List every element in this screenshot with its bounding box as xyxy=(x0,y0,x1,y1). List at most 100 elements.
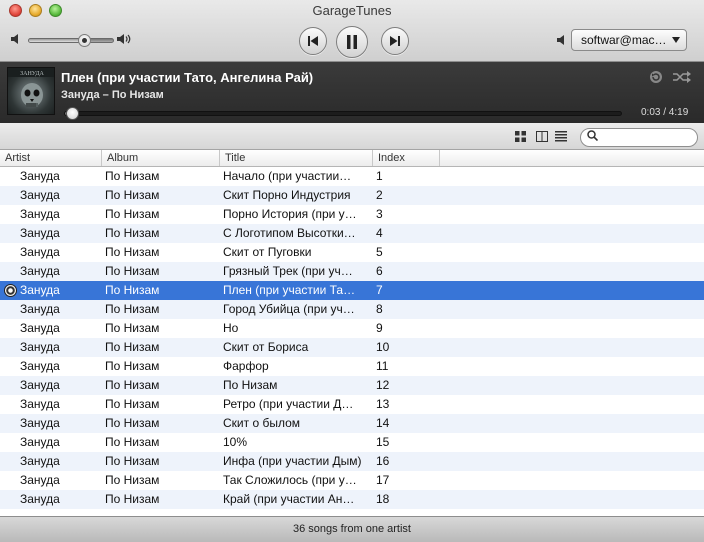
column-view-button[interactable] xyxy=(534,129,550,143)
track-index: 9 xyxy=(376,321,383,335)
pause-icon xyxy=(347,35,357,49)
volume-low-icon[interactable] xyxy=(11,33,23,47)
track-row[interactable]: Зануда По Низам Ретро (при участии Д… 13 xyxy=(0,395,704,414)
track-artist: Зануда xyxy=(20,207,60,221)
track-index: 2 xyxy=(376,188,383,202)
pause-button[interactable] xyxy=(336,26,368,58)
track-title: Плен (при участии Та… xyxy=(223,283,356,297)
track-row[interactable]: Зануда По Низам 10% 15 xyxy=(0,433,704,452)
track-artist: Зануда xyxy=(20,188,60,202)
track-row[interactable]: Зануда По Низам Начало (при участии… 1 xyxy=(0,167,704,186)
now-playing-title: Плен (при участии Тато, Ангелина Рай) xyxy=(61,70,314,85)
repeat-icon[interactable] xyxy=(649,70,663,87)
track-index: 12 xyxy=(376,378,390,392)
track-album: По Низам xyxy=(105,188,160,202)
chevron-down-icon xyxy=(672,37,680,43)
track-title: Скит от Пуговки xyxy=(223,245,312,259)
track-album: По Низам xyxy=(105,454,160,468)
track-row[interactable]: Зануда По Низам Край (при участии Ан… 18 xyxy=(0,490,704,509)
track-title: С Логотипом Высотки… xyxy=(223,226,356,240)
track-artist: Зануда xyxy=(20,169,60,183)
grid-view-button[interactable] xyxy=(512,129,528,143)
track-artist: Зануда xyxy=(20,359,60,373)
track-row[interactable]: Зануда По Низам Но 9 xyxy=(0,319,704,338)
column-header-artist[interactable]: Artist xyxy=(0,150,102,166)
track-row[interactable]: Зануда По Низам Скит о былом 14 xyxy=(0,414,704,433)
track-title: Порно История (при у… xyxy=(223,207,357,221)
track-row[interactable]: Зануда По Низам По Низам 12 xyxy=(0,376,704,395)
svg-text:ЗАНУДА: ЗАНУДА xyxy=(20,71,44,77)
list-view-icon xyxy=(555,130,567,141)
track-album: По Низам xyxy=(105,416,160,430)
track-title: По Низам xyxy=(223,378,278,392)
album-art[interactable]: ЗАНУДА xyxy=(7,67,55,115)
column-header-title[interactable]: Title xyxy=(220,150,373,166)
track-index: 1 xyxy=(376,169,383,183)
volume-high-icon[interactable] xyxy=(117,33,131,47)
volume-slider[interactable] xyxy=(28,34,114,47)
track-index: 7 xyxy=(376,283,383,297)
track-row[interactable]: Зануда По Низам Скит от Бориса 10 xyxy=(0,338,704,357)
track-album: По Низам xyxy=(105,397,160,411)
track-title: Ретро (при участии Д… xyxy=(223,397,354,411)
track-row[interactable]: Зануда По Низам Грязный Трек (при уч… 6 xyxy=(0,262,704,281)
column-header-album[interactable]: Album xyxy=(102,150,220,166)
track-index: 10 xyxy=(376,340,390,354)
track-list: Зануда По Низам Начало (при участии… 1 Зануд… xyxy=(0,167,704,509)
track-row[interactable]: Зануда По Низам Порно История (при у… 3 xyxy=(0,205,704,224)
track-album: По Низам xyxy=(105,226,160,240)
track-artist: Зануда xyxy=(20,435,60,449)
track-index: 3 xyxy=(376,207,383,221)
track-album: По Низам xyxy=(105,302,160,316)
track-row[interactable]: Зануда По Низам Плен (при участии Та… 7 xyxy=(0,281,704,300)
track-row[interactable]: Зануда По Низам Фарфор 11 xyxy=(0,357,704,376)
track-album: По Низам xyxy=(105,321,160,335)
track-title: Фарфор xyxy=(223,359,269,373)
column-header-index[interactable]: Index xyxy=(373,150,440,166)
track-index: 6 xyxy=(376,264,383,278)
track-title: Край (при участии Ан… xyxy=(223,492,355,506)
track-row[interactable]: Зануда По Низам Так Сложилось (при у… 17 xyxy=(0,471,704,490)
track-artist: Зануда xyxy=(20,340,60,354)
track-album: По Низам xyxy=(105,340,160,354)
track-title: Инфа (при участии Дым) xyxy=(223,454,362,468)
track-artist: Зануда xyxy=(20,492,60,506)
search-icon xyxy=(587,130,599,144)
track-artist: Зануда xyxy=(20,226,60,240)
now-playing-indicator-icon xyxy=(4,284,17,297)
track-title: Так Сложилось (при у… xyxy=(223,473,357,487)
track-index: 17 xyxy=(376,473,390,487)
track-artist: Зануда xyxy=(20,283,60,297)
track-row[interactable]: Зануда По Низам Скит от Пуговки 5 xyxy=(0,243,704,262)
column-view-icon xyxy=(536,130,548,142)
volume-slider-knob[interactable] xyxy=(77,34,91,47)
status-bar: 36 songs from one artist xyxy=(0,516,704,542)
track-title: Грязный Трек (при уч… xyxy=(223,264,353,278)
playback-progress-knob[interactable] xyxy=(65,107,79,120)
next-track-button[interactable] xyxy=(381,27,409,55)
now-playing-artist-album: Зануда – По Низам xyxy=(61,89,164,101)
track-row[interactable]: Зануда По Низам Город Убийца (при уч… 8 xyxy=(0,300,704,319)
output-device-select[interactable]: softwar@mac… xyxy=(571,29,687,51)
grid-view-icon xyxy=(514,130,526,142)
track-album: По Низам xyxy=(105,169,160,183)
track-row[interactable]: Зануда По Низам Скит Порно Индустрия 2 xyxy=(0,186,704,205)
track-row[interactable]: Зануда По Низам С Логотипом Высотки… 4 xyxy=(0,224,704,243)
track-artist: Зануда xyxy=(20,264,60,278)
list-view-button[interactable] xyxy=(553,129,569,143)
track-album: По Низам xyxy=(105,378,160,392)
table-header: Artist Album Title Index xyxy=(0,150,704,167)
track-artist: Зануда xyxy=(20,473,60,487)
track-artist: Зануда xyxy=(20,321,60,335)
track-artist: Зануда xyxy=(20,416,60,430)
track-row[interactable]: Зануда По Низам Инфа (при участии Дым) 16 xyxy=(0,452,704,471)
track-album: По Низам xyxy=(105,473,160,487)
track-album: По Низам xyxy=(105,359,160,373)
track-artist: Зануда xyxy=(20,245,60,259)
now-playing-bar: ЗАНУДА Плен (при участии Тато, Ангелина … xyxy=(0,62,704,123)
playback-progress-slider[interactable] xyxy=(64,107,622,120)
shuffle-icon[interactable] xyxy=(673,71,691,86)
volume-slider-fill xyxy=(29,39,84,42)
previous-track-button[interactable] xyxy=(299,27,327,55)
next-track-icon xyxy=(390,36,400,46)
